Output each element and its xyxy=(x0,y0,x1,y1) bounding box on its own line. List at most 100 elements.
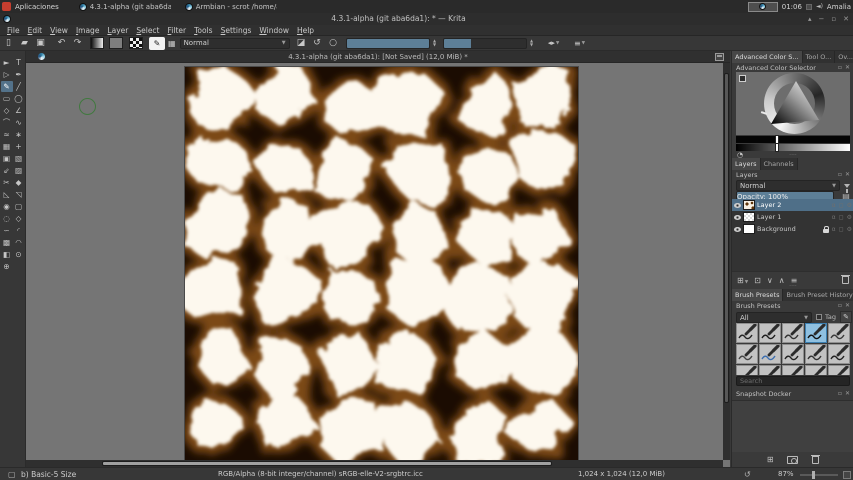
tool-button[interactable]: ▧ xyxy=(13,153,25,164)
pattern-swatch[interactable] xyxy=(129,37,143,49)
brush-preset-thumbnail[interactable] xyxy=(828,344,850,364)
save-button[interactable]: ▣ xyxy=(34,37,47,50)
tool-button[interactable]: ◠ xyxy=(13,237,25,248)
redo-button[interactable]: ↷ xyxy=(71,37,84,50)
brush-preset-thumbnail[interactable] xyxy=(736,365,758,375)
menu-item[interactable]: Layer xyxy=(103,26,132,35)
move-layer-up-button[interactable]: ∧ xyxy=(779,276,785,285)
brush-preset-thumbnail[interactable] xyxy=(805,365,827,375)
docker-tab[interactable]: Tool O... xyxy=(803,51,836,63)
layer-visibility-icon[interactable] xyxy=(734,227,741,232)
color-selector-widget[interactable] xyxy=(736,72,850,135)
window-preview[interactable] xyxy=(748,2,778,12)
menu-item[interactable]: Edit xyxy=(24,26,47,35)
layer-row[interactable]: Background α ◻ ⚙ xyxy=(732,223,853,235)
tool-button[interactable]: T xyxy=(13,57,25,68)
brush-preset-thumbnail[interactable] xyxy=(805,323,827,343)
tool-button[interactable]: ▨ xyxy=(13,165,25,176)
applications-menu[interactable]: Aplicaciones xyxy=(15,3,65,11)
menu-item[interactable]: Image xyxy=(72,26,104,35)
open-document-button[interactable]: ▰ xyxy=(18,37,31,50)
brush-size-slider[interactable]: Size: 40.00 px xyxy=(443,38,527,49)
canvas-image[interactable] xyxy=(185,67,578,461)
tool-button[interactable]: ▦ xyxy=(1,141,13,152)
delete-layer-button[interactable] xyxy=(842,276,849,284)
reload-preset-button[interactable]: ↺ xyxy=(311,37,324,50)
inherit-alpha-icon[interactable]: α xyxy=(832,226,836,233)
float-docker-icon[interactable]: ▫ xyxy=(838,64,842,71)
inherit-alpha-icon[interactable]: α xyxy=(832,202,836,209)
menu-item[interactable]: View xyxy=(46,26,72,35)
saturation-value-triangle[interactable] xyxy=(769,79,821,129)
menu-item[interactable]: Settings xyxy=(217,26,256,35)
tray-indicator-icon[interactable] xyxy=(806,4,812,10)
docker-tab[interactable]: Channels xyxy=(761,158,798,170)
brush-preset-thumbnail[interactable] xyxy=(736,344,758,364)
tool-button[interactable]: ≈ xyxy=(1,129,13,140)
tool-button[interactable]: ⊕ xyxy=(1,261,13,272)
alpha-lock-icon[interactable]: ◻ xyxy=(839,202,844,209)
tool-button[interactable]: ∽ xyxy=(1,225,13,236)
docker-tab[interactable]: Brush Presets xyxy=(732,289,783,301)
tool-button[interactable]: ► xyxy=(1,57,13,68)
alpha-lock-icon[interactable]: ◻ xyxy=(839,214,844,221)
layer-row[interactable]: Layer 1 α ◻ ⚙ xyxy=(732,211,853,223)
brush-preset-thumbnail[interactable] xyxy=(759,344,781,364)
tool-button[interactable]: ◺ xyxy=(1,189,13,200)
tool-button[interactable]: ◜ xyxy=(13,225,25,236)
close-docker-icon[interactable]: ✕ xyxy=(845,171,850,178)
close-button[interactable]: ✕ xyxy=(843,15,849,23)
layer-row[interactable]: Layer 2 α ◻ ⚙ xyxy=(732,199,853,211)
tool-button[interactable]: ✂ xyxy=(1,177,13,188)
close-docker-icon[interactable]: ✕ xyxy=(845,390,850,397)
tool-button[interactable]: ◆ xyxy=(13,177,25,188)
opacity-slider[interactable]: Opacity: 100% xyxy=(346,38,430,49)
float-docker-icon[interactable]: ▫ xyxy=(838,302,842,309)
eraser-mode-button[interactable]: ◪ xyxy=(295,37,308,50)
menu-item[interactable]: File xyxy=(3,26,24,35)
tool-button[interactable]: ◧ xyxy=(1,249,13,260)
layer-visibility-icon[interactable] xyxy=(734,215,741,220)
layer-filter-button[interactable] xyxy=(842,180,852,191)
layer-blending-mode-select[interactable]: Normal ▼ xyxy=(736,180,840,191)
maximize-button[interactable]: ▫ xyxy=(831,15,836,23)
alpha-lock-icon[interactable]: ◻ xyxy=(839,226,844,233)
brush-preset-thumbnail[interactable] xyxy=(805,344,827,364)
taskbar-window-button[interactable]: Armbian - scrot /home/a... xyxy=(185,3,277,11)
duplicate-layer-button[interactable]: ⊡ xyxy=(754,276,761,285)
preset-search-input[interactable] xyxy=(736,376,850,386)
brush-preset-thumbnail[interactable] xyxy=(828,365,850,375)
scrollbar-thumb[interactable] xyxy=(102,461,552,466)
close-docker-icon[interactable]: ✕ xyxy=(845,302,850,309)
value-bar[interactable] xyxy=(736,136,850,143)
create-snapshot-button[interactable]: ⊞ xyxy=(767,455,774,464)
tool-button[interactable]: ∿ xyxy=(13,117,25,128)
canvas-viewport[interactable] xyxy=(26,63,730,467)
layer-options-icon[interactable]: ⚙ xyxy=(847,214,852,221)
horizontal-scrollbar[interactable] xyxy=(26,460,723,467)
tool-button[interactable]: ◯ xyxy=(13,93,25,104)
tool-button[interactable]: ◌ xyxy=(1,213,13,224)
tool-button[interactable]: ◇ xyxy=(1,105,13,116)
docker-tab[interactable]: Ov... xyxy=(835,51,853,63)
docker-tab[interactable]: Layers xyxy=(732,158,761,170)
layer-options-icon[interactable]: ⚙ xyxy=(847,226,852,233)
size-spinner[interactable]: ▲▼ xyxy=(528,38,536,49)
tool-button[interactable]: ▷ xyxy=(1,69,13,80)
new-document-button[interactable]: ▯ xyxy=(2,37,15,50)
move-layer-down-button[interactable]: ∨ xyxy=(767,276,773,285)
tool-button[interactable]: ◹ xyxy=(13,189,25,200)
brush-preset-thumbnail[interactable] xyxy=(736,323,758,343)
add-layer-button[interactable]: ⊞▼ xyxy=(737,276,748,285)
float-docker-icon[interactable]: ▫ xyxy=(838,171,842,178)
tool-button[interactable]: ⊙ xyxy=(13,249,25,260)
fill-color-swatch[interactable] xyxy=(109,37,123,49)
brush-preset-thumbnail[interactable] xyxy=(759,323,781,343)
scrollbar-thumb[interactable] xyxy=(724,73,729,403)
mirror-tool-button[interactable]: ◂▸▼ xyxy=(544,37,564,50)
tool-button[interactable]: ▣ xyxy=(1,153,13,164)
brush-preset-thumbnail[interactable] xyxy=(782,323,804,343)
tool-button[interactable]: + xyxy=(13,141,25,152)
switch-snapshot-button[interactable] xyxy=(787,456,798,464)
memory-usage-icon[interactable]: ↺ xyxy=(744,468,751,480)
